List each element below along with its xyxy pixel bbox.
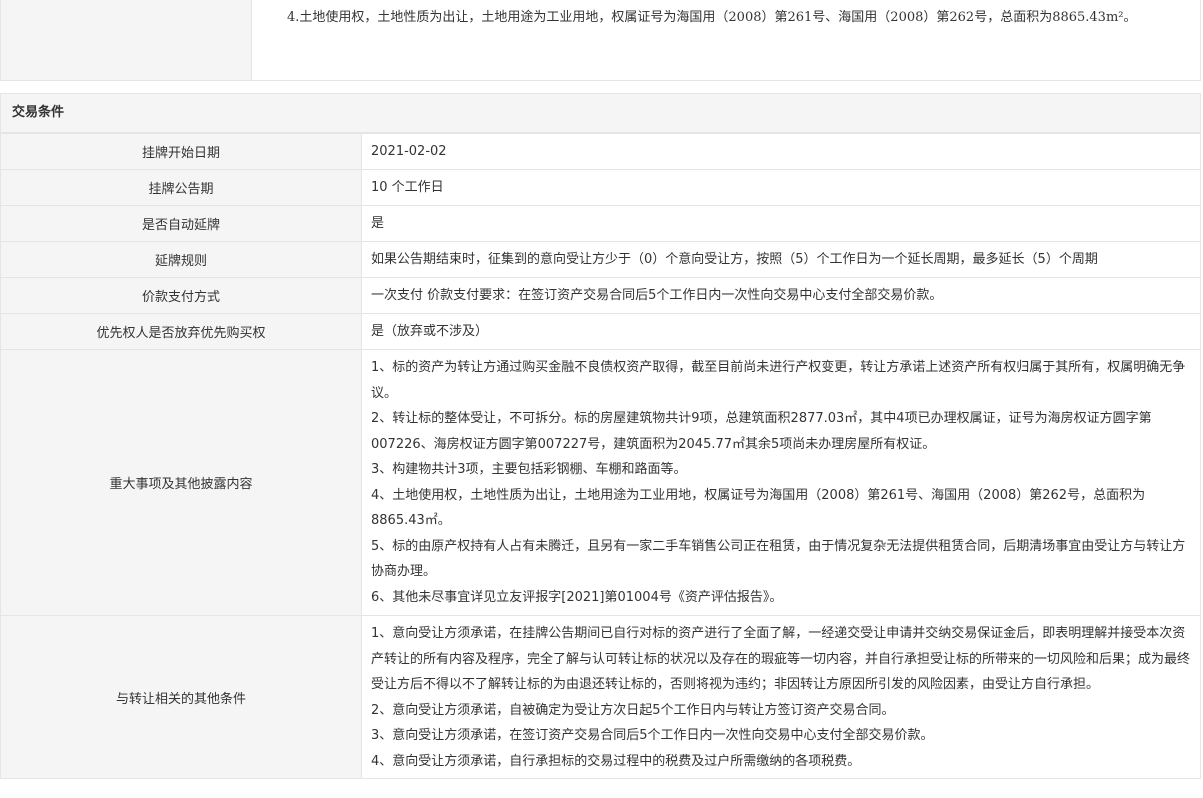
disclosure-content: 1、标的资产为转让方通过购买金融不良债权资产取得，截至目前尚未进行产权变更，转让… [361, 349, 1201, 616]
table-row: 与转让相关的其他条件 1、意向受让方须承诺，在挂牌公告期间已自行对标的资产进行了… [0, 615, 1201, 779]
row-label: 价款支付方式 [0, 277, 362, 314]
row-label: 挂牌公告期 [0, 169, 362, 206]
label-cell-empty [1, 0, 252, 80]
list-item: 6、其他未尽事宜详见立友评报字[2021]第01004号《资产评估报告》。 [371, 589, 783, 605]
table-row: 优先权人是否放弃优先购买权 是（放弃或不涉及） [0, 313, 1201, 350]
row-label: 优先权人是否放弃优先购买权 [0, 313, 362, 350]
row-value: 10 个工作日 [361, 169, 1201, 206]
list-item: 1、标的资产为转让方通过购买金融不良债权资产取得，截至目前尚未进行产权变更，转让… [371, 360, 1186, 401]
section-title: 交易条件 [0, 93, 1201, 133]
list-item: 3、意向受让方须承诺，在签订资产交易合同后5个工作日内一次性向交易中心支付全部交… [371, 728, 934, 743]
list-item: 4、意向受让方须承诺，自行承担标的交易过程中的税费及过户所需缴纳的各项税费。 [371, 753, 861, 769]
row-value: 一次支付 价款支付要求：在签订资产交易合同后5个工作日内一次性向交易中心支付全部… [361, 277, 1201, 314]
row-value: 是（放弃或不涉及） [361, 313, 1201, 350]
row-value: 是 [361, 205, 1201, 242]
land-use-text: 4.土地使用权，土地性质为出让，土地用途为工业用地，权属证号为海国用（2008）… [287, 10, 1137, 25]
row-label: 延牌规则 [0, 241, 362, 278]
list-item: 2、意向受让方须承诺，自被确定为受让方次日起5个工作日内与转让方签订资产交易合同… [371, 702, 895, 718]
list-item: 5、标的由原产权持有人占有未腾迁，且另有一家二手车销售公司正在租赁，由于情况复杂… [371, 538, 1186, 580]
previous-section-tail: 4.土地使用权，土地性质为出让，土地用途为工业用地，权属证号为海国用（2008）… [0, 0, 1201, 81]
other-conditions-content: 1、意向受让方须承诺，在挂牌公告期间已自行对标的资产进行了全面了解，一经递交受让… [361, 615, 1201, 779]
list-item: 4、土地使用权，土地性质为出让，土地用途为工业用地，权属证号为海国用（2008）… [371, 487, 1146, 529]
table-row: 重大事项及其他披露内容 1、标的资产为转让方通过购买金融不良债权资产取得，截至目… [0, 349, 1201, 616]
row-label: 与转让相关的其他条件 [0, 615, 362, 779]
list-item: 2、转让标的整体受让，不可拆分。标的房屋建筑物共计9项，总建筑面积2877.03… [371, 411, 1152, 452]
row-value: 2021-02-02 [361, 133, 1201, 170]
table-row: 挂牌开始日期 2021-02-02 [0, 133, 1201, 170]
row-label: 重大事项及其他披露内容 [0, 349, 362, 616]
row-label: 是否自动延牌 [0, 205, 362, 242]
row-value: 如果公告期结束时，征集到的意向受让方少于（0）个意向受让方，按照（5）个工作日为… [361, 241, 1201, 278]
row-label: 挂牌开始日期 [0, 133, 362, 170]
list-item: 1、意向受让方须承诺，在挂牌公告期间已自行对标的资产进行了全面了解，一经递交受让… [371, 626, 1191, 692]
table-row: 延牌规则 如果公告期结束时，征集到的意向受让方少于（0）个意向受让方，按照（5）… [0, 241, 1201, 278]
land-use-paragraph: 4.土地使用权，土地性质为出让，土地用途为工业用地，权属证号为海国用（2008）… [261, 6, 1191, 30]
table-row: 是否自动延牌 是 [0, 205, 1201, 242]
table-row: 价款支付方式 一次支付 价款支付要求：在签订资产交易合同后5个工作日内一次性向交… [0, 277, 1201, 314]
list-item: 3、构建物共计3项，主要包括彩钢棚、车棚和路面等。 [371, 462, 687, 477]
table-row: 挂牌公告期 10 个工作日 [0, 169, 1201, 206]
trade-conditions-table: 挂牌开始日期 2021-02-02 挂牌公告期 10 个工作日 是否自动延牌 是… [0, 133, 1201, 779]
